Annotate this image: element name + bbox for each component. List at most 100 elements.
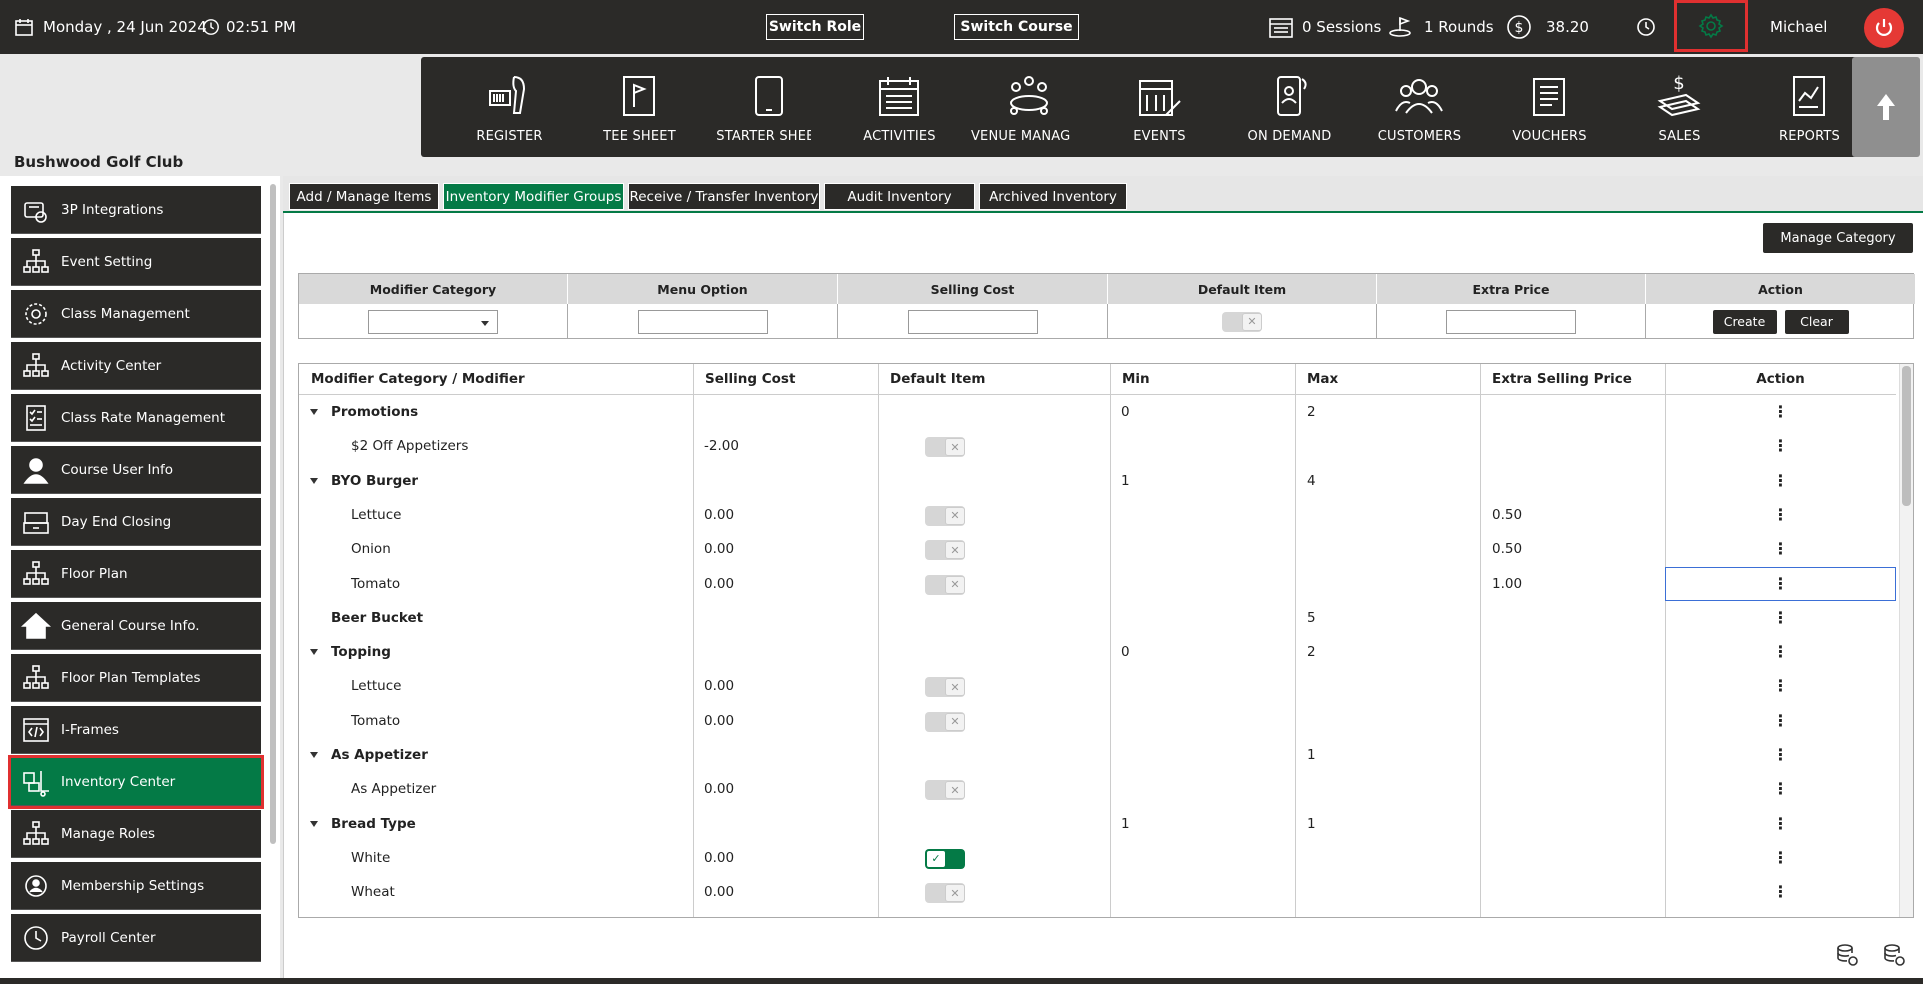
more-vertical-icon[interactable]: ⋮ [1773,404,1789,420]
collapse-caret-icon[interactable] [310,820,318,827]
default-item-toggle[interactable]: ✕ [1222,311,1262,332]
modifier-row[interactable]: Onion 0.00 ✕ 0.50 ⋮ [299,532,1896,566]
user-name[interactable]: Michael [1770,0,1827,54]
modifier-group-row[interactable]: Promotions 0 2 ⋮ [299,395,1896,429]
row-action-cell[interactable]: ⋮ [1665,601,1896,635]
grid-header-extra-price[interactable]: Extra Selling Price [1492,364,1632,394]
row-action-cell[interactable]: ⋮ [1665,532,1896,566]
default-item-toggle[interactable]: ✕ [925,711,965,732]
more-vertical-icon[interactable]: ⋮ [1773,712,1789,729]
more-vertical-icon[interactable]: ⋮ [1773,609,1789,626]
more-vertical-icon[interactable]: ⋮ [1773,472,1789,489]
more-vertical-icon[interactable]: ⋮ [1773,506,1789,523]
sidebar-item-payroll-center[interactable]: Payroll Center [11,914,261,962]
collapse-caret-icon[interactable] [310,477,318,484]
modifier-group-row[interactable]: BYO Burger 1 4 ⋮ [299,464,1896,498]
sessions-indicator[interactable]: 0 Sessions [1268,0,1381,54]
collapse-caret-icon[interactable] [310,649,318,656]
modifier-row[interactable]: $2 Off Appetizers -2.00 ✕ ⋮ [299,429,1896,463]
clear-button[interactable]: Clear [1784,309,1849,334]
grid-scrollbar-track[interactable] [1899,364,1913,917]
sidebar-item-general-course-info[interactable]: General Course Info. [11,602,261,650]
row-action-cell[interactable]: ⋮ [1665,738,1896,772]
modifier-row[interactable]: As Appetizer 0.00 ✕ ⋮ [299,772,1896,806]
power-button[interactable] [1864,8,1904,48]
modifier-row[interactable]: White 0.00 ✓ ⋮ [299,841,1896,875]
grid-header-default-item[interactable]: Default Item [890,364,985,394]
modifier-row[interactable]: Tomato 0.00 ✕ 1.00 ⋮ [299,566,1896,601]
row-action-cell[interactable]: ⋮ [1665,841,1896,875]
more-vertical-icon[interactable]: ⋮ [1773,541,1789,557]
switch-role-button[interactable]: Switch Role [766,14,864,40]
sidebar-item-class-rate-management[interactable]: Class Rate Management [11,394,261,442]
default-item-toggle[interactable]: ✕ [925,883,965,904]
sidebar-item-day-end-closing[interactable]: Day End Closing [11,498,261,546]
rounds-indicator[interactable]: 1 Rounds [1386,0,1494,54]
more-vertical-icon[interactable]: ⋮ [1773,849,1789,866]
tab-audit-inventory[interactable]: Audit Inventory [824,183,975,210]
sidebar-item-membership-settings[interactable]: Membership Settings [11,862,261,910]
row-action-cell[interactable]: ⋮ [1665,429,1896,463]
tab-receive-transfer-inventory[interactable]: Receive / Transfer Inventory [628,183,820,210]
more-vertical-icon[interactable]: ⋮ [1773,678,1789,694]
tab-archived-inventory[interactable]: Archived Inventory [979,183,1127,210]
menu-option-input[interactable] [637,309,768,334]
row-action-cell[interactable]: ⋮ [1665,807,1896,841]
sidebar-item-event-setting[interactable]: Event Setting [11,238,261,286]
row-action-cell[interactable]: ⋮ [1665,704,1896,738]
modifier-row[interactable]: Lettuce 0.00 ✕ 0.50 ⋮ [299,498,1896,532]
row-action-cell[interactable]: ⋮ [1665,498,1896,532]
default-item-toggle[interactable]: ✕ [925,540,965,561]
tab-add-manage-items[interactable]: Add / Manage Items [289,183,439,210]
modifier-group-row[interactable]: Beer Bucket 5 ⋮ [299,601,1896,635]
collapse-caret-icon[interactable] [310,752,318,758]
more-vertical-icon[interactable]: ⋮ [1773,575,1789,592]
modifier-group-row[interactable]: Bread Type 1 1 ⋮ [299,807,1896,841]
sidebar-item-floor-plan[interactable]: Floor Plan [11,550,261,598]
sidebar-scrollbar[interactable] [270,184,276,844]
default-item-toggle[interactable]: ✕ [925,780,965,801]
row-action-cell[interactable]: ⋮ [1665,635,1896,669]
more-vertical-icon[interactable]: ⋮ [1773,815,1789,832]
more-vertical-icon[interactable]: ⋮ [1773,747,1789,763]
row-action-cell[interactable]: ⋮ [1665,669,1896,703]
scroll-up-button[interactable] [1852,57,1920,157]
more-vertical-icon[interactable]: ⋮ [1773,884,1789,900]
row-action-cell[interactable]: ⋮ [1665,464,1896,498]
history-button[interactable] [1636,0,1656,54]
more-vertical-icon[interactable]: ⋮ [1773,438,1789,454]
grid-scrollbar-thumb[interactable] [1902,366,1911,506]
default-item-toggle[interactable]: ✕ [925,574,965,595]
database-import-icon[interactable] [1882,943,1906,967]
balance-indicator[interactable]: $ 38.20 [1506,0,1589,54]
row-action-cell[interactable]: ⋮ [1665,875,1896,909]
modifier-row[interactable]: Tomato 0.00 ✕ ⋮ [299,704,1896,738]
switch-course-button[interactable]: Switch Course [954,14,1079,40]
sidebar-item-course-user-info[interactable]: Course User Info [11,446,261,494]
modifier-row[interactable]: Lettuce 0.00 ✕ ⋮ [299,669,1896,703]
grid-header-min[interactable]: Min [1122,364,1150,394]
more-vertical-icon[interactable]: ⋮ [1773,781,1789,797]
sidebar-item-i-frames[interactable]: I-Frames [11,706,261,754]
sidebar-item-activity-center[interactable]: Activity Center [11,342,261,390]
manage-category-button[interactable]: Manage Category [1763,223,1913,253]
extra-price-input[interactable] [1446,309,1576,334]
sidebar-item-3p-integrations[interactable]: 3P Integrations [11,186,261,234]
modifier-row[interactable]: Wheat 0.00 ✕ ⋮ [299,875,1896,909]
settings-button[interactable] [1674,0,1748,52]
sidebar-item-inventory-center[interactable]: Inventory Center [8,755,264,809]
default-item-toggle[interactable]: ✕ [925,677,965,698]
sidebar-item-floor-plan-templates[interactable]: Floor Plan Templates [11,654,261,702]
grid-header-max[interactable]: Max [1307,364,1338,394]
row-action-cell[interactable]: ⋮ [1665,566,1896,601]
default-item-toggle[interactable]: ✕ [925,505,965,526]
row-action-cell[interactable]: ⋮ [1665,772,1896,806]
modifier-group-row[interactable]: Topping 0 2 ⋮ [299,635,1896,669]
grid-header-category[interactable]: Modifier Category / Modifier [311,364,525,394]
grid-header-selling-cost[interactable]: Selling Cost [705,364,795,394]
collapse-caret-icon[interactable] [310,409,318,415]
more-vertical-icon[interactable]: ⋮ [1773,644,1789,660]
modifier-category-select[interactable] [368,309,498,334]
default-item-toggle[interactable]: ✓ [925,848,965,869]
database-export-icon[interactable] [1835,943,1859,967]
